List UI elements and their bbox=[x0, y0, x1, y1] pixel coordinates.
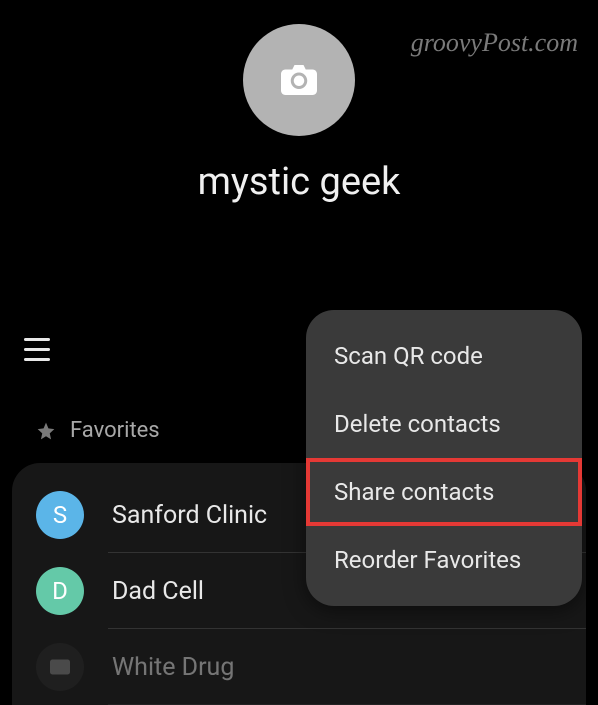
hamburger-icon bbox=[24, 338, 50, 341]
contact-avatar bbox=[36, 643, 84, 691]
list-item[interactable]: White Drug bbox=[12, 629, 586, 705]
contact-avatar: S bbox=[36, 491, 84, 539]
profile-avatar[interactable] bbox=[243, 24, 355, 136]
menu-button[interactable] bbox=[24, 338, 50, 361]
profile-name: mystic geek bbox=[198, 160, 401, 204]
menu-item-reorder-favorites[interactable]: Reorder Favorites bbox=[306, 526, 582, 594]
contact-name: Dad Cell bbox=[112, 577, 204, 606]
contact-avatar: D bbox=[36, 567, 84, 615]
image-icon bbox=[45, 652, 75, 682]
camera-icon bbox=[281, 65, 317, 95]
watermark-text: groovyPost.com bbox=[411, 28, 578, 58]
star-icon bbox=[36, 421, 56, 441]
overflow-menu: Scan QR code Delete contacts Share conta… bbox=[306, 310, 582, 606]
contact-name: Sanford Clinic bbox=[112, 501, 267, 530]
menu-item-scan-qr[interactable]: Scan QR code bbox=[306, 322, 582, 390]
menu-item-delete-contacts[interactable]: Delete contacts bbox=[306, 390, 582, 458]
contact-name: White Drug bbox=[112, 653, 234, 682]
favorites-label: Favorites bbox=[70, 418, 160, 443]
menu-item-share-contacts[interactable]: Share contacts bbox=[306, 458, 582, 526]
